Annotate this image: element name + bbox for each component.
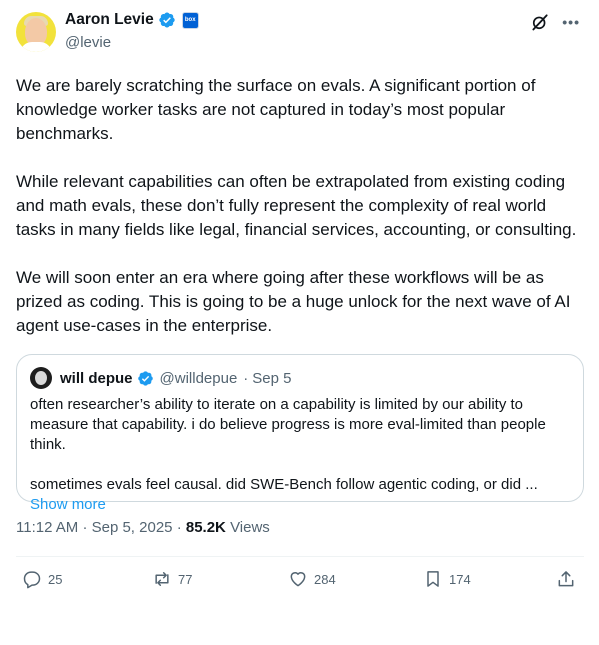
- author-name[interactable]: Aaron Levie: [65, 11, 154, 29]
- quoted-avatar: [30, 367, 52, 389]
- like-count: 284: [314, 571, 336, 587]
- like-icon: [290, 572, 306, 587]
- separator-dot: ·: [176, 519, 186, 536]
- tweet-timestamp: 11:12 AM · Sep 5, 2025 · 85.2K Views: [16, 516, 584, 557]
- verified-badge-icon: [159, 12, 175, 28]
- show-more-link[interactable]: Show more: [30, 495, 571, 515]
- quoted-text: often researcher’s ability to iterate on…: [30, 395, 571, 495]
- tweet-header: Aaron Levie box @levie •••: [16, 10, 584, 60]
- action-bar: 25 77 284 174: [16, 557, 584, 603]
- bookmark-icon: [427, 571, 439, 587]
- quoted-author-handle: @willdepue: [159, 369, 238, 387]
- affiliate-badge[interactable]: box: [181, 11, 199, 29]
- quoted-paragraph: often researcher’s ability to iterate on…: [30, 396, 546, 453]
- reply-button[interactable]: 25: [22, 569, 62, 589]
- bookmark-button[interactable]: 174: [423, 569, 471, 589]
- tweet-paragraph: We are barely scratching the surface on …: [16, 76, 536, 143]
- quoted-tweet-header: will depue @willdepue · Sep 5: [30, 367, 571, 389]
- tweet: Aaron Levie box @levie ••• We are barely…: [16, 10, 584, 603]
- reply-count: 25: [48, 571, 63, 587]
- separator-dot: ·: [82, 519, 92, 536]
- tweet-time[interactable]: 11:12 AM: [16, 519, 78, 536]
- bookmark-count: 174: [449, 571, 471, 587]
- repost-count: 77: [178, 571, 193, 587]
- quoted-tweet[interactable]: will depue @willdepue · Sep 5 often rese…: [16, 354, 584, 513]
- verified-badge-icon: [137, 370, 153, 386]
- share-icon: [558, 571, 574, 587]
- like-button[interactable]: 284: [288, 569, 336, 589]
- tweet-paragraph: While relevant capabilities can often be…: [16, 172, 577, 239]
- views-label: Views: [230, 519, 270, 536]
- author-handle[interactable]: @levie: [65, 34, 111, 51]
- tweet-date[interactable]: Sep 5, 2025: [92, 519, 173, 536]
- quoted-author-name: will depue: [60, 369, 133, 387]
- repost-button[interactable]: 77: [152, 569, 192, 589]
- more-icon[interactable]: •••: [562, 14, 580, 30]
- share-button[interactable]: [556, 569, 576, 589]
- avatar[interactable]: [16, 12, 56, 52]
- author-name-row: Aaron Levie box: [65, 11, 199, 29]
- repost-icon: [155, 572, 169, 586]
- quoted-paragraph: sometimes evals feel causal. did SWE-Ben…: [30, 476, 538, 493]
- grok-icon[interactable]: [530, 12, 550, 32]
- tweet-paragraph: We will soon enter an era where going af…: [16, 268, 571, 335]
- header-actions: •••: [530, 12, 580, 32]
- separator-dot: ·: [243, 369, 249, 387]
- views-count: 85.2K: [185, 519, 226, 536]
- quoted-date: Sep 5: [252, 369, 292, 387]
- reply-icon: [23, 571, 41, 589]
- tweet-text: We are barely scratching the surface on …: [16, 74, 584, 338]
